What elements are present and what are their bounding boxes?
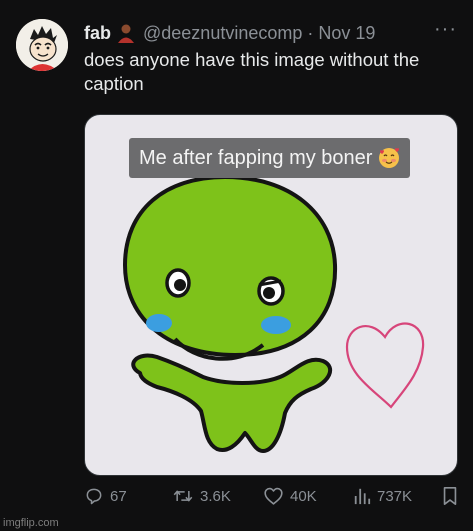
reply-button[interactable]: 67 (84, 484, 127, 508)
tweet-media-image[interactable]: Me after fapping my boner (84, 114, 458, 476)
reply-icon (86, 488, 102, 505)
imgflip-watermark: imgflip.com (3, 517, 59, 529)
repost-button[interactable]: 3.6K (172, 484, 231, 508)
tweet-actions-bar: 67 3.6K 40K 737K (84, 484, 457, 508)
views-bar-chart-icon (354, 488, 371, 505)
cartoon-boy-avatar-icon (16, 19, 68, 71)
smiling-face-with-hearts-icon (378, 147, 400, 169)
author-handle[interactable]: @deeznutvinecomp (143, 23, 302, 44)
tweet-text: does anyone have this image without the … (84, 49, 420, 94)
author-display-name[interactable]: fab (84, 23, 111, 44)
more-options-icon[interactable]: ··· (434, 19, 457, 39)
like-count: 40K (290, 487, 317, 505)
tweet-header: fab @deeznutvinecomp · Nov 19 ··· (84, 19, 457, 46)
author-avatar[interactable] (16, 19, 68, 71)
heart-icon (264, 487, 283, 505)
meme-caption: Me after fapping my boner (129, 138, 411, 178)
reply-count: 67 (110, 487, 127, 505)
tweet-card[interactable]: fab @deeznutvinecomp · Nov 19 ··· does a… (0, 0, 473, 531)
views-button[interactable]: 737K (353, 484, 412, 508)
bookmark-button[interactable] (442, 484, 464, 508)
repost-count: 3.6K (200, 487, 231, 505)
bookmark-icon (443, 487, 457, 505)
person-emoji-icon (117, 23, 135, 43)
repost-icon (173, 490, 193, 502)
view-count: 737K (377, 487, 413, 505)
tweet-date[interactable]: Nov 19 (318, 23, 375, 44)
meme-caption-text: Me after fapping my boner (139, 146, 373, 169)
header-separator: · (307, 22, 314, 43)
like-button[interactable]: 40K (263, 484, 317, 508)
